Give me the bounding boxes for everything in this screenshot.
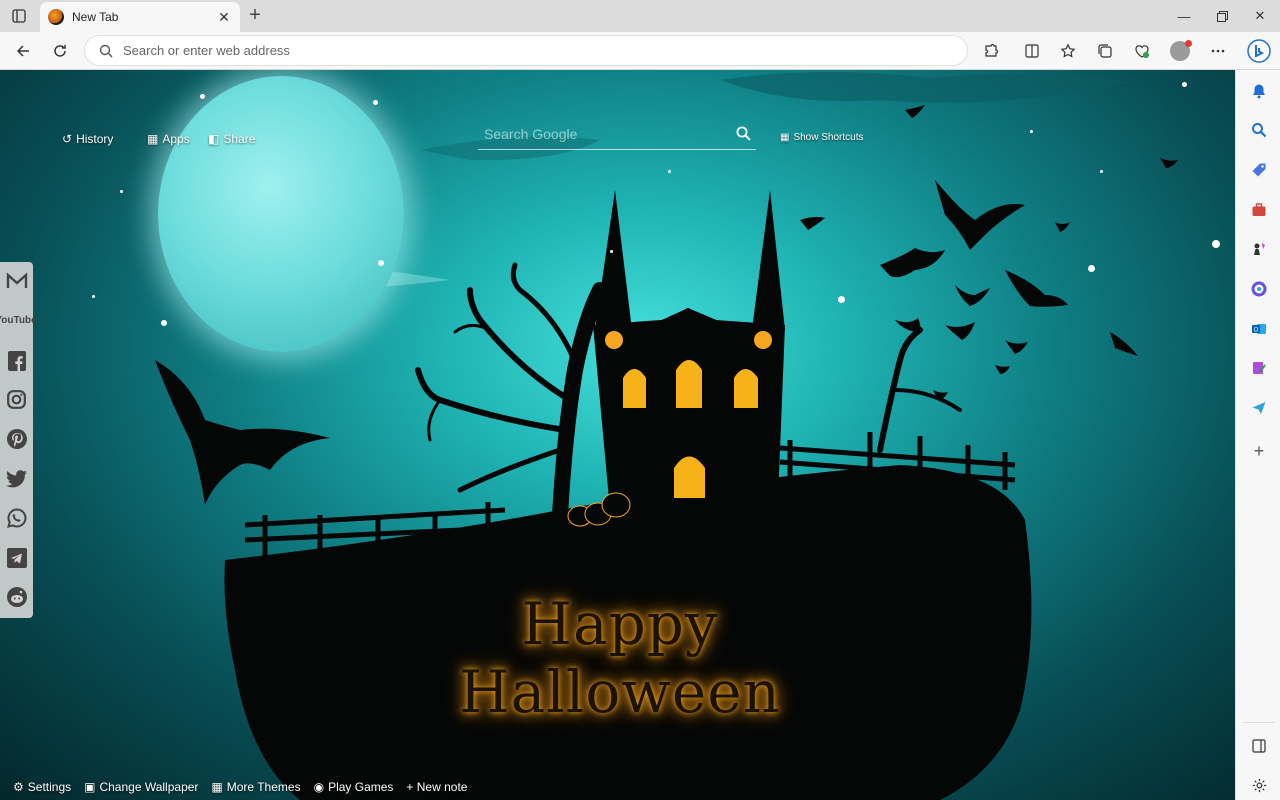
- google-search-box: [478, 118, 756, 150]
- copilot-icon[interactable]: [1245, 37, 1273, 65]
- back-button[interactable]: [10, 39, 36, 63]
- microsoft-365-icon[interactable]: [1248, 278, 1270, 300]
- moon-illustration: [158, 76, 404, 352]
- shopping-tag-icon[interactable]: [1248, 159, 1270, 181]
- instagram-icon[interactable]: [4, 387, 29, 412]
- social-sidebar: YouTube: [0, 262, 37, 618]
- star: [1088, 265, 1095, 272]
- split-screen-icon[interactable]: [1019, 39, 1045, 63]
- change-wallpaper-label: Change Wallpaper: [99, 780, 199, 794]
- share-link[interactable]: ◧ Share: [208, 132, 255, 146]
- edge-sidebar: O +: [1235, 70, 1280, 800]
- minimize-button[interactable]: —: [1166, 4, 1202, 28]
- star: [92, 295, 95, 298]
- halloween-favicon-icon: [48, 9, 64, 25]
- sidebar-settings-gear-icon[interactable]: [1248, 774, 1270, 796]
- search-icon: [99, 44, 113, 57]
- collections-icon[interactable]: [1092, 39, 1118, 63]
- new-note-label: + New note: [406, 780, 468, 794]
- star: [200, 94, 205, 99]
- apps-grid-icon: ▦: [147, 132, 159, 146]
- outlook-icon[interactable]: O: [1248, 318, 1270, 340]
- settings-label: Settings: [27, 780, 72, 794]
- gear-icon: ⚙: [13, 780, 24, 794]
- tab-title: New Tab: [72, 10, 119, 24]
- youtube-wordmark: YouTube: [0, 315, 37, 326]
- address-placeholder: Search or enter web address: [123, 43, 290, 58]
- image-icon: ▣: [84, 780, 96, 794]
- star: [610, 250, 613, 253]
- designer-icon[interactable]: [1248, 357, 1270, 379]
- divider: [1242, 722, 1275, 723]
- notifications-bell-icon[interactable]: [1248, 80, 1270, 102]
- apps-link[interactable]: ▦ Apps: [147, 132, 190, 146]
- settings-button[interactable]: ⚙ Settings: [13, 780, 71, 794]
- tab-bar: New Tab ✕ + — ✕: [0, 0, 1280, 32]
- tools-briefcase-icon[interactable]: [1248, 199, 1270, 221]
- browser-toolbar: Search or enter web address: [0, 32, 1280, 70]
- apps-label: Apps: [162, 132, 190, 146]
- pinterest-icon[interactable]: [4, 426, 29, 451]
- games-chess-icon[interactable]: [1248, 238, 1270, 260]
- history-icon: ↺: [62, 132, 73, 146]
- telegram-icon[interactable]: [4, 545, 29, 570]
- gmail-icon[interactable]: [4, 268, 29, 293]
- close-icon[interactable]: ✕: [216, 9, 232, 26]
- greeting-text: Happy Halloween: [459, 590, 781, 726]
- star: [120, 190, 123, 193]
- restore-button[interactable]: [1204, 4, 1240, 28]
- send-icon[interactable]: [1248, 397, 1270, 419]
- tab-actions-icon[interactable]: [10, 7, 28, 25]
- share-label: Share: [223, 132, 256, 146]
- star: [1212, 240, 1220, 248]
- star: [1182, 82, 1187, 87]
- gamepad-icon: ◉: [313, 780, 325, 794]
- search-icon[interactable]: [1248, 119, 1270, 141]
- new-tab-page: ↺ History ▦ Apps ◧ Share ▦ Show Shortcut…: [0, 70, 1235, 800]
- twitter-icon[interactable]: [4, 466, 29, 491]
- facebook-icon[interactable]: [4, 348, 29, 373]
- play-games-label: Play Games: [328, 780, 394, 794]
- bottom-bar: ⚙ Settings ▣ Change Wallpaper ▦ More The…: [0, 776, 467, 798]
- history-label: History: [76, 132, 114, 146]
- google-search-input[interactable]: [478, 125, 730, 142]
- star: [373, 100, 378, 105]
- favorites-icon[interactable]: [1055, 39, 1081, 63]
- show-shortcuts-label: Show Shortcuts: [793, 132, 864, 143]
- star: [378, 260, 384, 266]
- avatar: [1170, 40, 1192, 61]
- svg-text:O: O: [1254, 328, 1259, 334]
- profile-button[interactable]: [1167, 39, 1193, 63]
- more-themes-label: More Themes: [226, 780, 301, 794]
- themes-grid-icon: ▦: [211, 780, 223, 794]
- reddit-icon[interactable]: [4, 584, 29, 609]
- add-sidebar-app-icon[interactable]: +: [1248, 440, 1270, 462]
- youtube-icon[interactable]: YouTube: [0, 308, 37, 333]
- more-menu-icon[interactable]: [1205, 39, 1231, 63]
- tab-new-tab[interactable]: New Tab ✕: [40, 2, 240, 32]
- extensions-icon[interactable]: [978, 39, 1004, 63]
- share-icon: ◧: [208, 132, 220, 146]
- star: [838, 296, 845, 303]
- whatsapp-icon[interactable]: [4, 505, 29, 530]
- star: [1030, 130, 1033, 133]
- address-bar[interactable]: Search or enter web address: [84, 35, 968, 66]
- refresh-button[interactable]: [47, 39, 73, 63]
- new-note-button[interactable]: + New note: [406, 780, 467, 794]
- play-games-button[interactable]: ◉ Play Games: [314, 780, 394, 794]
- new-tab-button[interactable]: +: [245, 5, 265, 25]
- search-icon[interactable]: [730, 121, 756, 147]
- shortcuts-grid-icon: ▦: [780, 132, 790, 143]
- show-shortcuts-button[interactable]: ▦ Show Shortcuts: [780, 132, 864, 143]
- hide-sidebar-icon[interactable]: [1248, 735, 1270, 757]
- browser-essentials-icon[interactable]: [1129, 39, 1155, 63]
- star: [668, 170, 671, 173]
- change-wallpaper-button[interactable]: ▣ Change Wallpaper: [84, 780, 198, 794]
- star: [161, 320, 167, 326]
- history-link[interactable]: ↺ History: [62, 132, 113, 146]
- star: [1100, 170, 1103, 173]
- more-themes-button[interactable]: ▦ More Themes: [211, 780, 300, 794]
- close-window-button[interactable]: ✕: [1242, 4, 1278, 28]
